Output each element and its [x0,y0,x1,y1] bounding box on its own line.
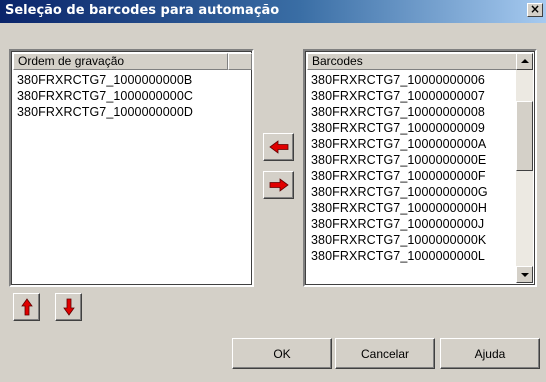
move-to-right-button[interactable] [263,171,294,199]
recording-order-list-item[interactable]: 380FRXRCTG7_1000000000D [17,104,252,120]
title-bar[interactable]: Seleção de barcodes para automação × [0,0,546,23]
barcodes-list[interactable]: Barcodes 380FRXRCTG7_10000000006 380FRXRC… [303,49,537,287]
recording-order-list-item[interactable]: 380FRXRCTG7_1000000000B [17,72,252,88]
help-label: Ajuda [474,346,506,361]
arrow-up-icon [14,294,39,320]
arrow-left-icon [264,134,293,160]
scroll-up-icon [521,59,529,63]
arrow-right-icon [264,172,293,198]
close-button[interactable]: × [527,3,543,17]
barcode-list-item[interactable]: 380FRXRCTG7_10000000008 [311,104,516,120]
help-button[interactable]: Ajuda [440,338,540,369]
barcode-list-item[interactable]: 380FRXRCTG7_1000000000G [311,184,516,200]
barcode-list-item[interactable]: 380FRXRCTG7_10000000006 [311,72,516,88]
barcodes-rows: 380FRXRCTG7_10000000006 380FRXRCTG7_10000… [311,72,516,285]
recording-order-header-row: Ordem de gravação [13,53,252,70]
recording-order-list-item[interactable]: 380FRXRCTG7_1000000000C [17,88,252,104]
barcode-list-item[interactable]: 380FRXRCTG7_1000000000F [311,168,516,184]
scroll-down-icon [521,273,529,277]
barcode-list-item[interactable]: 380FRXRCTG7_10000000009 [311,120,516,136]
barcode-list-item[interactable]: 380FRXRCTG7_1000000000K [311,232,516,248]
cancel-label: Cancelar [360,346,410,361]
scroll-up-button[interactable] [516,53,533,70]
move-down-button[interactable] [55,293,82,321]
window-title: Seleção de barcodes para automação [5,3,280,18]
barcodes-column-header[interactable]: Barcodes [307,53,518,70]
scroll-down-button[interactable] [516,266,533,283]
recording-order-column-header[interactable]: Ordem de gravação [13,53,228,70]
barcode-list-item[interactable]: 380FRXRCTG7_1000000000L [311,248,516,264]
move-to-left-button[interactable] [263,133,294,161]
close-icon: × [529,2,541,16]
barcode-list-item[interactable]: 380FRXRCTG7_1000000000J [311,216,516,232]
arrow-down-icon [56,294,81,320]
scroll-thumb[interactable] [516,101,533,171]
ok-button[interactable]: OK [232,338,332,369]
barcodes-header-row: Barcodes [307,53,518,70]
barcode-list-item[interactable]: 380FRXRCTG7_1000000000E [311,152,516,168]
barcode-list-item[interactable]: 380FRXRCTG7_1000000000H [311,200,516,216]
move-up-button[interactable] [13,293,40,321]
recording-order-list[interactable]: Ordem de gravação 380FRXRCTG7_1000000000… [9,49,254,287]
recording-order-rows: 380FRXRCTG7_1000000000B 380FRXRCTG7_10000… [17,72,252,285]
barcode-list-item[interactable]: 380FRXRCTG7_10000000007 [311,88,516,104]
ok-label: OK [273,346,291,361]
cancel-button[interactable]: Cancelar [335,338,435,369]
barcode-list-item[interactable]: 380FRXRCTG7_1000000000A [311,136,516,152]
barcodes-scrollbar[interactable] [516,53,533,283]
empty-column-header [228,53,252,70]
